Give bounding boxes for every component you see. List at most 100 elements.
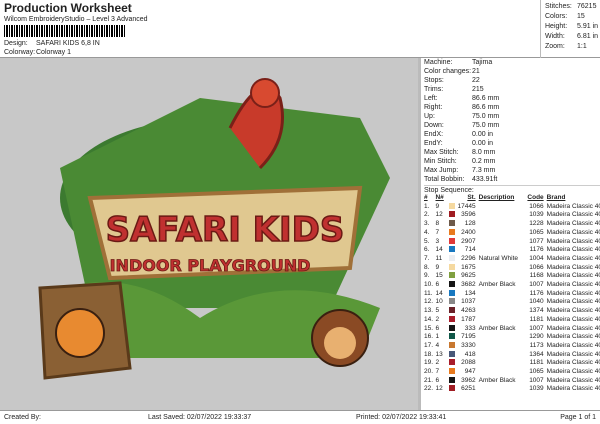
stitch-count: 17445 <box>448 202 479 212</box>
machine-info: Machine: Tajima Color changes:21 Stops: 22 Tr… <box>424 58 600 184</box>
stop-sequence-label: Stop Sequence: <box>424 185 600 194</box>
machine-value: 86.6 mm <box>472 95 500 102</box>
machine-value: 0.00 in <box>472 131 494 138</box>
stitch-count: 2400 <box>448 228 479 238</box>
thread-brand: Madeira Classic 40 <box>546 307 600 315</box>
machine-label: Stops: <box>424 77 444 84</box>
machine-label: Color changes: <box>424 68 472 75</box>
stop-row: 4. 7 2400 1065 Madeira Classic 40 <box>424 228 600 238</box>
color-swatch <box>448 341 455 348</box>
stop-row: 22. 12 6251 1039 Madeira Classic 40 <box>424 385 600 394</box>
color-swatch <box>448 220 455 227</box>
needle-number: 7 <box>435 368 440 376</box>
needle-number: 11 <box>435 254 443 262</box>
needle-number: 6 <box>435 281 440 289</box>
stop-index: 1. <box>424 202 430 210</box>
thread-code: 1181 <box>529 359 544 367</box>
machine-label: Up: <box>424 113 435 120</box>
color-description <box>479 264 526 273</box>
machine-row: Trims: 215 <box>424 85 600 94</box>
stitch-count: 1675 <box>448 263 479 273</box>
machine-value: 215 <box>472 86 484 93</box>
needle-number: 15 <box>435 272 443 280</box>
stop-index: 13. <box>424 307 434 315</box>
stop-row: 6. 14 714 1176 Madeira Classic 40 <box>424 246 600 255</box>
stat-value: 76215 <box>577 3 597 10</box>
column-header: Description <box>478 194 515 201</box>
machine-row: Stops: 22 <box>424 76 600 85</box>
stat-label: Colors: <box>545 13 568 20</box>
thread-code: 1039 <box>529 211 544 219</box>
thread-code: 1173 <box>529 341 544 349</box>
thread-brand: Madeira Classic 40 <box>546 289 600 297</box>
stat-row: Zoom: 1:1 <box>545 42 600 52</box>
machine-label: Max Stitch: <box>424 149 459 156</box>
machine-value: 7.3 mm <box>472 167 496 174</box>
thread-code: 1374 <box>529 307 544 315</box>
stop-index: 19. <box>424 359 434 367</box>
stitch-count-value: 3330 <box>461 341 476 349</box>
stitch-count-value: 714 <box>464 246 476 254</box>
thread-code: 1039 <box>529 385 544 393</box>
color-description <box>479 359 526 368</box>
colorway-name: Colorway 1 <box>36 49 72 56</box>
color-swatch <box>448 350 455 357</box>
thread-brand: Madeira Classic 40 <box>546 228 600 236</box>
stop-row: 1. 9 17445 1066 Madeira Classic 40 <box>424 202 600 212</box>
color-description <box>479 203 526 212</box>
colorway-label: Colorway: <box>4 49 36 56</box>
stop-row: 21. 6 3962 Amber Black 1007 Madeira Classic 4… <box>424 376 600 386</box>
stop-index: 22. <box>424 385 434 393</box>
stitch-count-value: 128 <box>464 220 476 228</box>
color-description <box>479 220 526 229</box>
page-title: Production Worksheet <box>4 1 132 15</box>
stop-row: 15. 6 333 Amber Black 1007 Madeira Classic 40 <box>424 324 600 334</box>
design-preview: SAFARI KIDS INDOOR PLAYGROUND <box>0 58 418 410</box>
machine-label: Min Stitch: <box>424 158 457 165</box>
design-label: Design: <box>4 40 28 47</box>
stop-row: 18. 13 418 1364 Madeira Classic 40 <box>424 350 600 360</box>
stop-sequence-table: # N# St. Description Code Brand 1. 9 17445 1066 M… <box>424 194 600 394</box>
design-name: SAFARI KIDS 6,8 IN <box>36 40 100 47</box>
thread-code: 1181 <box>529 315 544 323</box>
stitch-count-value: 2088 <box>461 359 476 367</box>
color-swatch <box>448 289 455 296</box>
color-swatch <box>448 281 455 288</box>
machine-value: 0.2 mm <box>472 158 496 165</box>
machine-label: EndY: <box>424 140 443 147</box>
stop-index: 8. <box>424 263 430 271</box>
color-description <box>479 385 526 394</box>
thread-code: 1066 <box>529 202 544 210</box>
thread-brand: Madeira Classic 40 <box>546 263 600 271</box>
thread-brand: Madeira Classic 40 <box>546 220 600 228</box>
stitch-count: 418 <box>448 350 479 360</box>
stitch-count-value: 4263 <box>461 307 476 315</box>
stop-index: 20. <box>424 368 434 376</box>
thread-code: 1168 <box>529 272 544 280</box>
thread-brand: Madeira Classic 40 <box>546 350 600 358</box>
color-description <box>479 316 526 325</box>
stitch-count: 6251 <box>448 385 479 394</box>
needle-number: 2 <box>435 359 440 367</box>
stop-index: 7. <box>424 254 430 262</box>
color-swatch <box>448 237 455 244</box>
color-swatch <box>448 211 455 218</box>
stop-row: 7. 11 2296 Natural White 1004 Madeira Classic… <box>424 254 600 264</box>
thread-brand: Madeira Classic 40 <box>546 359 600 367</box>
stop-row: 9. 15 9625 1168 Madeira Classic 40 <box>424 272 600 281</box>
created-by: Created By: <box>4 414 41 421</box>
machine-value: 0.00 in <box>472 140 494 147</box>
stitch-count-value: 7195 <box>461 333 476 341</box>
thread-code: 1290 <box>529 333 544 341</box>
thread-brand: Madeira Classic 40 <box>546 324 600 332</box>
thread-brand: Madeira Classic 40 <box>546 298 600 306</box>
needle-number: 12 <box>435 385 443 393</box>
needle-number: 9 <box>435 263 440 271</box>
stop-row: 14. 2 1787 1181 Madeira Classic 40 <box>424 315 600 325</box>
color-swatch <box>448 315 455 322</box>
machine-row: Left: 86.6 mm <box>424 94 600 103</box>
last-saved: Last Saved: 02/07/2022 19:33:37 <box>148 414 252 421</box>
thread-brand: Madeira Classic 40 <box>546 333 600 341</box>
stop-index: 4. <box>424 228 430 236</box>
info-panel: Machine: Tajima Color changes:21 Stops: 22 Tr… <box>418 58 600 410</box>
